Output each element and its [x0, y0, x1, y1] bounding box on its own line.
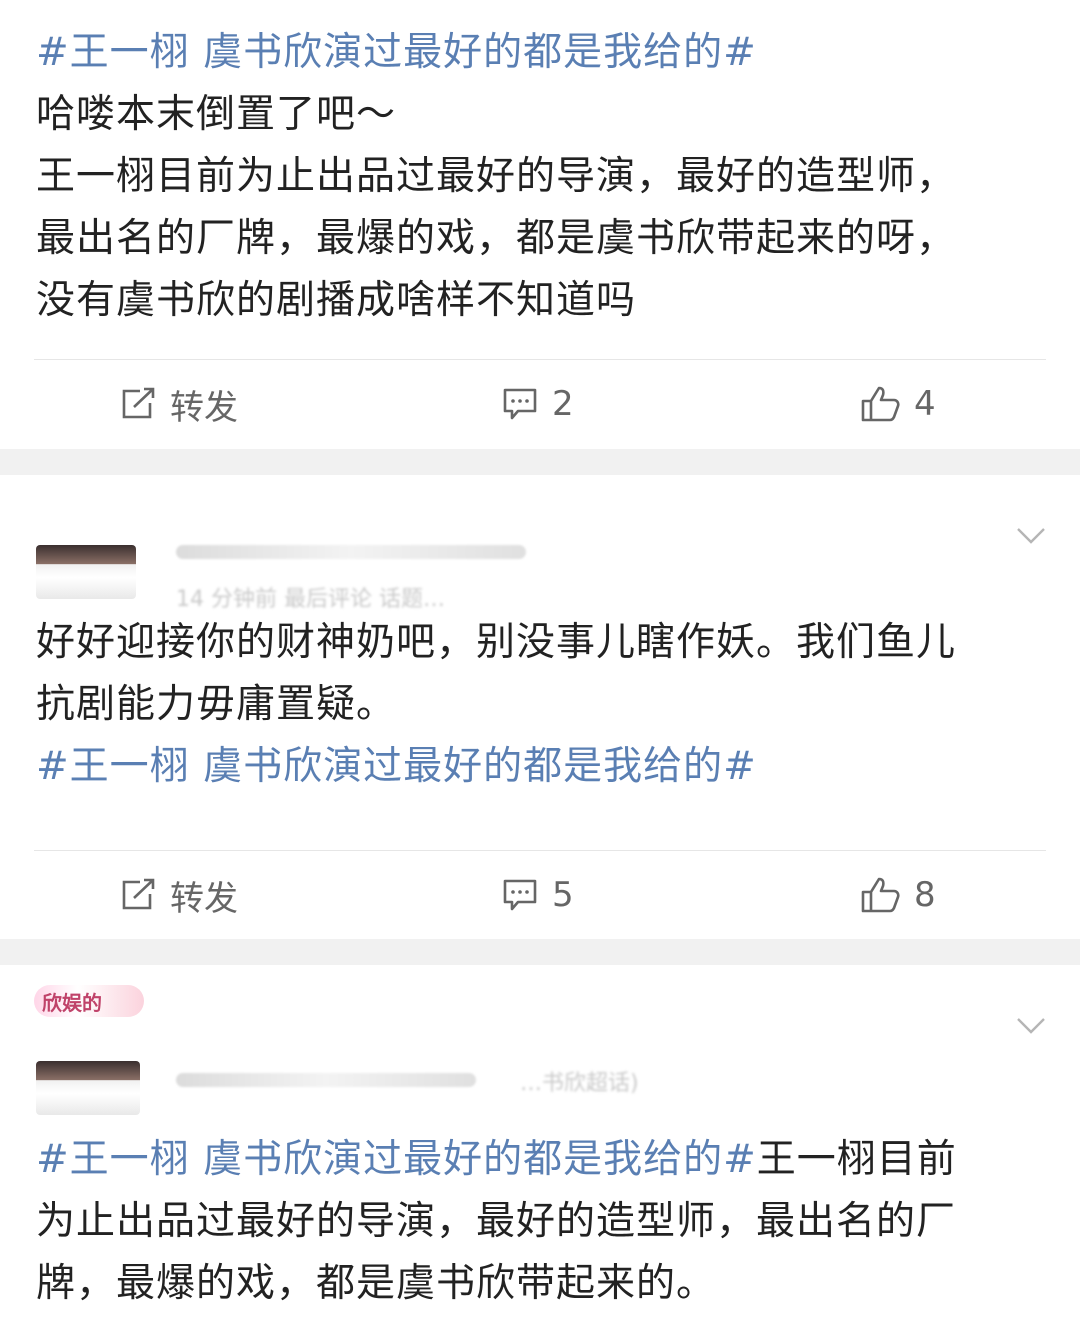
feed-divider	[0, 449, 1080, 475]
repost-icon	[120, 387, 156, 421]
text-line: 最出名的厂牌，最爆的戏，都是虞书欣带起来的呀，	[36, 216, 957, 261]
like-count: 4	[914, 384, 936, 424]
post-content: #王一栩 虞书欣演过最好的都是我给的#王一栩目前 为止出品过最好的导演，最好的造…	[0, 1129, 1080, 1315]
post-2: 14 分钟前 最后评论 话题… 好好迎接你的财神奶吧，别没事儿瞎作妖。我们鱼儿 …	[0, 475, 1080, 939]
comment-icon	[502, 878, 538, 912]
text-line: 没有虞书欣的剧播成啥样不知道吗	[36, 278, 637, 323]
text-line: 抗剧能力毋庸置疑。	[36, 682, 397, 727]
username-redacted	[176, 545, 526, 559]
like-icon	[860, 385, 900, 423]
post-content: #王一栩 虞书欣演过最好的都是我给的# 哈喽本末倒置了吧～ 王一栩目前为止出品过…	[0, 0, 1080, 332]
repost-button[interactable]: 转发	[120, 851, 238, 939]
avatar[interactable]	[36, 545, 136, 599]
text-line: 为止出品过最好的导演，最好的造型师，最出名的厂	[36, 1199, 957, 1244]
post-meta: 14 分钟前 最后评论 话题…	[176, 587, 445, 612]
repost-label: 转发	[170, 387, 238, 428]
action-bar: 转发 5 8	[0, 851, 1080, 939]
like-count: 8	[914, 875, 936, 915]
hashtag-link[interactable]: #王一栩 虞书欣演过最好的都是我给的#	[36, 1137, 757, 1182]
post-3: 欣娱的 …书欣超话) #王一栩 虞书欣演过最好的都是我给的#王一栩目前 为止出品…	[0, 965, 1080, 1343]
avatar[interactable]	[36, 1061, 140, 1115]
like-button[interactable]: 8	[860, 851, 936, 939]
chevron-down-icon[interactable]	[1016, 1017, 1046, 1035]
post-meta: …书欣超话)	[520, 1071, 639, 1096]
post-content: 好好迎接你的财神奶吧，别没事儿瞎作妖。我们鱼儿 抗剧能力毋庸置疑。 #王一栩 虞…	[0, 612, 1080, 798]
text-line: 好好迎接你的财神奶吧，别没事儿瞎作妖。我们鱼儿	[36, 620, 957, 665]
text-line: #王一栩 虞书欣演过最好的都是我给的#王一栩目前	[36, 1129, 1044, 1191]
text-fragment: 王一栩目前	[756, 1137, 957, 1182]
text-line: 哈喽本末倒置了吧～	[36, 92, 397, 137]
comment-count: 5	[552, 875, 574, 915]
username-redacted	[176, 1073, 476, 1087]
chevron-down-icon[interactable]	[1016, 527, 1046, 545]
like-icon	[860, 876, 900, 914]
repost-icon	[120, 878, 156, 912]
comment-button[interactable]: 5	[502, 851, 574, 939]
repost-label: 转发	[170, 878, 238, 919]
comment-count: 2	[552, 384, 574, 424]
comment-button[interactable]: 2	[502, 360, 574, 448]
hashtag-link[interactable]: #王一栩 虞书欣演过最好的都是我给的#	[36, 736, 1044, 798]
action-bar: 转发 2 4	[0, 360, 1080, 448]
feed-divider	[0, 939, 1080, 965]
text-line: 王一栩目前为止出品过最好的导演，最好的造型师，	[36, 154, 957, 199]
hashtag-link[interactable]: #王一栩 虞书欣演过最好的都是我给的#	[36, 22, 1044, 84]
text-line: 牌，最爆的戏，都是虞书欣带起来的。	[36, 1261, 717, 1306]
like-button[interactable]: 4	[860, 360, 936, 448]
comment-icon	[502, 387, 538, 421]
badge-label: 欣娱的	[42, 991, 102, 1015]
post-1: #王一栩 虞书欣演过最好的都是我给的# 哈喽本末倒置了吧～ 王一栩目前为止出品过…	[0, 0, 1080, 449]
repost-button[interactable]: 转发	[120, 360, 238, 448]
